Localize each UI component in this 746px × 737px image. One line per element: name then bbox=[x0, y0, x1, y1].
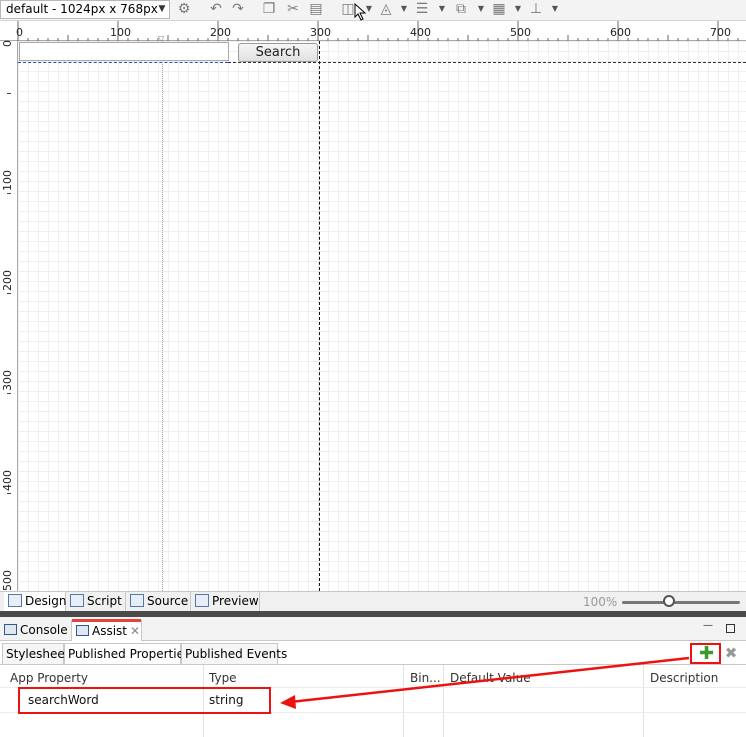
cut-icon[interactable]: ✂ bbox=[284, 1, 302, 18]
script-icon bbox=[70, 594, 84, 607]
ruler-label: 600 bbox=[610, 26, 631, 39]
tab-published-events[interactable]: Published Events bbox=[181, 643, 287, 664]
tab-preview[interactable]: Preview bbox=[191, 592, 260, 611]
align-top-icon[interactable]: ◬ bbox=[377, 1, 395, 18]
tab-assist[interactable]: Assist ✕ bbox=[71, 619, 142, 641]
ruler-label: 0 bbox=[16, 26, 23, 39]
ruler-label: 200 bbox=[210, 26, 231, 39]
position-icon[interactable]: ⊥ bbox=[527, 1, 545, 18]
column-header[interactable]: App Property bbox=[10, 671, 88, 685]
remove-property-button[interactable]: ✖ bbox=[724, 645, 738, 662]
settings-icon[interactable]: ⚙ bbox=[175, 1, 193, 18]
plus-icon: ✚ bbox=[699, 643, 715, 664]
ruler-tick bbox=[7, 393, 11, 394]
ruler-tick bbox=[7, 93, 11, 94]
panel-tab-bar: Console Assist ✕ bbox=[0, 617, 746, 641]
column-header[interactable]: Type bbox=[209, 671, 237, 685]
console-icon bbox=[4, 624, 17, 635]
selection-guide bbox=[18, 62, 228, 63]
page-boundary-guide bbox=[319, 41, 320, 591]
vertical-guide bbox=[162, 41, 163, 591]
assist-icon bbox=[76, 625, 89, 636]
tab-label: Console bbox=[20, 623, 68, 637]
close-icon[interactable]: ✕ bbox=[130, 621, 140, 641]
ruler-label: 700 bbox=[710, 26, 731, 39]
zoom-slider-handle[interactable] bbox=[663, 595, 675, 607]
tab-stylesheet[interactable]: Stylesheet bbox=[2, 643, 69, 664]
chevron-down-icon[interactable]: ▼ bbox=[155, 1, 169, 18]
toolbar: default - 1024px x 768px ▼ ⚙ ↶ ↷ ❐ ✂ ▤ ◫… bbox=[0, 0, 746, 21]
undo-icon[interactable]: ↶ bbox=[207, 1, 225, 18]
tab-source[interactable]: Source bbox=[126, 592, 191, 611]
page-boundary-guide bbox=[228, 62, 746, 63]
zoom-slider[interactable] bbox=[622, 601, 740, 604]
tab-console[interactable]: Console bbox=[0, 620, 70, 641]
preview-icon bbox=[195, 594, 209, 607]
design-canvas[interactable]: Search bbox=[18, 41, 746, 591]
tab-design[interactable]: Design bbox=[4, 592, 66, 611]
ruler-label: 300 bbox=[1, 370, 14, 391]
paste-icon[interactable]: ▤ bbox=[307, 1, 325, 18]
distribute-icon[interactable]: ☰ bbox=[413, 1, 431, 18]
ruler-label: 300 bbox=[310, 26, 331, 39]
ruler-tick bbox=[7, 293, 11, 294]
search-input[interactable] bbox=[19, 42, 229, 61]
ruler-label: 500 bbox=[510, 26, 531, 39]
chevron-down-icon[interactable]: ▼ bbox=[514, 3, 522, 15]
ruler-label: 500 bbox=[1, 570, 14, 591]
source-icon bbox=[130, 594, 144, 607]
tab-label: Design bbox=[25, 594, 67, 608]
chevron-down-icon[interactable]: ▼ bbox=[551, 3, 559, 15]
search-button[interactable]: Search bbox=[238, 43, 318, 62]
add-property-button[interactable]: ✚ bbox=[690, 643, 721, 664]
chevron-down-icon[interactable]: ▼ bbox=[438, 3, 446, 15]
maximize-icon[interactable] bbox=[726, 624, 735, 633]
chevron-down-icon[interactable]: ▼ bbox=[477, 3, 485, 15]
assist-sub-tabs: Stylesheet Published Properties Publishe… bbox=[0, 641, 746, 665]
column-header[interactable]: Bin... bbox=[410, 671, 441, 685]
tab-label: Assist bbox=[92, 624, 128, 638]
design-icon bbox=[8, 594, 22, 607]
ruler-tick bbox=[7, 193, 11, 194]
column-header[interactable]: Description bbox=[650, 671, 718, 685]
ruler-label: 200 bbox=[1, 270, 14, 291]
redo-icon[interactable]: ↷ bbox=[229, 1, 247, 18]
tab-label: Script bbox=[87, 594, 122, 608]
ruler-label: 100 bbox=[110, 26, 131, 39]
resolution-select[interactable]: default - 1024px x 768px ▼ bbox=[0, 0, 170, 19]
tab-script[interactable]: Script bbox=[66, 592, 126, 611]
mouse-cursor-icon bbox=[354, 3, 367, 21]
minimize-icon[interactable]: — bbox=[703, 621, 713, 632]
grid-icon[interactable]: ▦ bbox=[490, 1, 508, 18]
highlight-box bbox=[18, 687, 271, 714]
ruler-label: 400 bbox=[1, 470, 14, 491]
editor-tab-bar: Design Script Source Preview 100% bbox=[0, 591, 746, 611]
column-header[interactable]: Default Value bbox=[450, 671, 531, 685]
tab-published-properties[interactable]: Published Properties bbox=[64, 643, 190, 664]
ruler-tick bbox=[7, 493, 11, 494]
resolution-value: default - 1024px x 768px bbox=[6, 2, 158, 16]
arrange-icon[interactable]: ⧉ bbox=[452, 1, 470, 18]
ruler-label: 0 bbox=[1, 40, 14, 47]
tab-label: Preview bbox=[212, 594, 259, 608]
horizontal-ruler: 0 100 200 300 400 500 600 700 ▽ bbox=[0, 21, 746, 43]
ruler-label: 100 bbox=[1, 170, 14, 191]
copy-icon[interactable]: ❐ bbox=[260, 1, 278, 18]
zoom-label: 100% bbox=[583, 595, 618, 609]
vertical-ruler: 0 100 200 300 400 500 bbox=[0, 40, 18, 591]
chevron-down-icon[interactable]: ▼ bbox=[400, 3, 408, 15]
ruler-label: 400 bbox=[410, 26, 431, 39]
tab-label: Source bbox=[147, 594, 189, 608]
